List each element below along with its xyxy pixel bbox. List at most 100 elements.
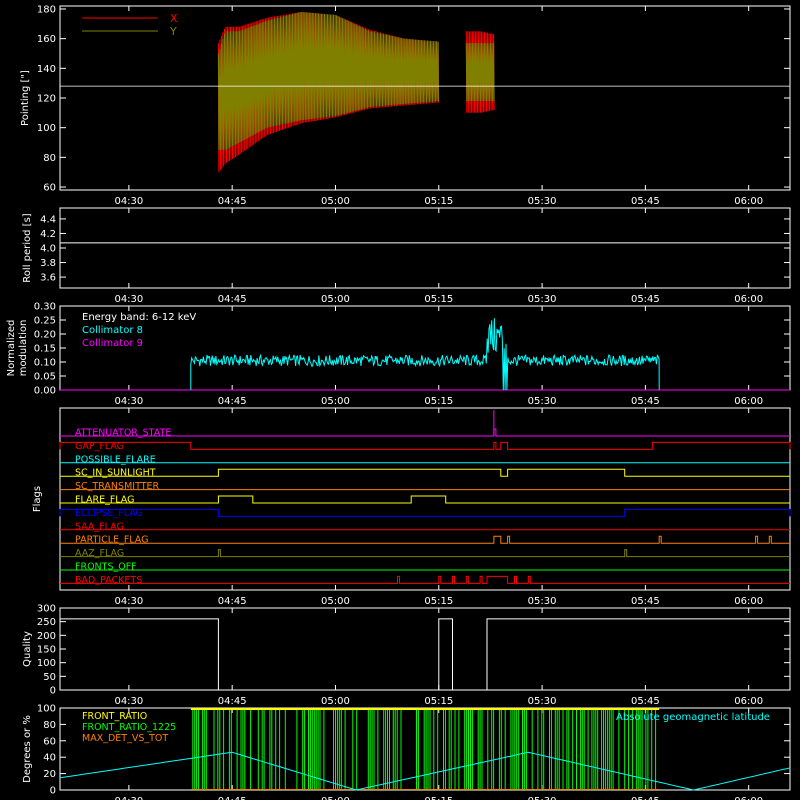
x-tick-label: 05:45 (631, 596, 660, 607)
y-axis-label: Flags (32, 486, 43, 512)
legend-label: Collimator 9 (82, 338, 143, 349)
x-tick-label: 05:30 (528, 596, 557, 607)
x-tick-label: 06:00 (734, 796, 763, 800)
y-tick-label: 80 (43, 153, 56, 164)
x-tick-label: 04:45 (218, 696, 247, 707)
y-tick-label: 40 (43, 753, 56, 764)
flag-label: AAZ_FLAG (75, 548, 124, 559)
x-tick-label: 04:30 (114, 294, 143, 305)
x-tick-label: 05:45 (631, 196, 660, 207)
collimator-8-trace (190, 318, 660, 391)
x-tick-label: 04:30 (114, 696, 143, 707)
x-tick-label: 05:30 (528, 696, 557, 707)
x-tick-label: 04:45 (218, 596, 247, 607)
x-tick-label: 05:30 (528, 294, 557, 305)
y-axis-label: Normalized (6, 320, 17, 377)
x-tick-label: 05:00 (321, 796, 350, 800)
flag-label: SC_TRANSMITTER (75, 481, 160, 492)
flag-label: SC_IN_SUNLIGHT (75, 468, 156, 479)
chart-stage: 04:30 04:45 05:00 05:15 05:30 05:45 06:00 60 80 1… (6, 4, 791, 800)
flag-row-flare-flag: FLARE_FLAG (60, 495, 790, 506)
x-tick-label: 05:45 (631, 396, 660, 407)
y-axis-label: Quality (22, 631, 33, 667)
flag-row-attenuator-state: ATTENUATOR_STATE (60, 428, 790, 439)
flag-row-saa-flag: SAA_FLAG (60, 521, 790, 532)
flag-row-sc-in-sunlight: SC_IN_SUNLIGHT (60, 468, 790, 479)
legend-label-latitude: Absolute geomagnetic latitude (616, 712, 770, 723)
x-tick-label: 05:15 (424, 596, 453, 607)
legend-label: FRONT_RATIO_1225 (82, 722, 176, 733)
x-tick-label: 05:45 (631, 796, 660, 800)
flag-trace (60, 575, 790, 584)
x-tick-label: 04:30 (114, 196, 143, 207)
x-tick-label: 04:45 (218, 196, 247, 207)
y-tick-label: 180 (37, 4, 56, 15)
flag-trace (60, 468, 790, 477)
y-tick-label: 4.0 (40, 244, 56, 255)
y-tick-label: 3.8 (40, 258, 56, 269)
x-tick-label: 06:00 (734, 294, 763, 305)
flag-row-particle-flag: PARTICLE_FLAG (60, 535, 790, 546)
x-tick-label: 05:45 (631, 294, 660, 305)
panel-4: 04:30 04:45 05:00 05:15 05:30 05:45 06:00 Flags… (32, 407, 791, 607)
y-tick-label: 100 (37, 123, 56, 134)
legend-label: Collimator 8 (82, 325, 143, 336)
y-tick-label: 0.25 (34, 316, 56, 327)
x-tick-label: 05:15 (424, 294, 453, 305)
y-tick-label: 60 (43, 183, 56, 194)
flag-row-bad-packets: BAD_PACKETS (60, 575, 790, 586)
series-y-trace (217, 11, 495, 150)
y-tick-label: 0.15 (34, 344, 56, 355)
legend-label: MAX_DET_VS_TOT (82, 733, 168, 744)
flag-label: BAD_PACKETS (75, 575, 142, 586)
y-tick-label: 0.05 (34, 372, 56, 383)
panel-frame (59, 207, 791, 289)
flag-label: PARTICLE_FLAG (75, 535, 148, 546)
y-axis-label: Degrees or % (22, 715, 33, 783)
quality-trace (60, 618, 790, 691)
y-tick-label: 0.20 (34, 330, 56, 341)
y-axis-label: Roll period [s] (22, 213, 33, 282)
legend-title: Energy band: 6-12 keV (82, 312, 196, 323)
y-axis-label: modulation (18, 320, 29, 377)
y-tick-label: 50 (43, 672, 56, 683)
flag-row-sc-transmitter: SC_TRANSMITTER (60, 481, 790, 492)
front-ratio-1225-trace (192, 708, 657, 790)
y-tick-label: 0.10 (34, 358, 56, 369)
x-tick-label: 06:00 (734, 696, 763, 707)
panel-3: 04:30 04:45 05:00 05:15 05:30 05:45 06:00 0.00 0… (6, 302, 791, 407)
flag-row-eclipse-flag: ECLIPSE_FLAG (59, 508, 791, 519)
legend-label: Y (169, 25, 177, 38)
x-tick-label: 05:15 (424, 396, 453, 407)
x-tick-label: 05:00 (321, 396, 350, 407)
flag-trace (59, 508, 791, 517)
y-tick-label: 160 (37, 34, 56, 45)
panel-1: 04:30 04:45 05:00 05:15 05:30 05:45 06:00 60 80 1… (20, 4, 791, 207)
x-tick-label: 05:00 (321, 294, 350, 305)
x-tick-label: 06:00 (734, 196, 763, 207)
x-tick-label: 05:15 (424, 696, 453, 707)
x-tick-label: 05:00 (321, 196, 350, 207)
y-tick-label: 3.6 (40, 273, 56, 284)
x-tick-label: 04:30 (114, 596, 143, 607)
legend: XY (82, 12, 178, 38)
x-tick-label: 05:45 (631, 696, 660, 707)
x-tick-label: 04:30 (114, 396, 143, 407)
flag-trace (60, 495, 790, 504)
panel-5: 04:30 04:45 05:00 05:15 05:30 05:45 06:00 0 50 10… (22, 604, 791, 707)
y-tick-label: 100 (37, 704, 56, 715)
x-tick-label: 04:45 (218, 396, 247, 407)
y-tick-label: 0 (50, 686, 56, 697)
x-tick-label: 04:45 (218, 294, 247, 305)
y-axis-label: Pointing ["] (20, 70, 31, 126)
flag-label: SAA_FLAG (75, 521, 124, 532)
x-tick-label: 05:30 (528, 396, 557, 407)
panel-6: 04:30 04:45 05:00 05:15 05:30 05:45 06:00 0 20 40… (22, 704, 791, 800)
x-tick-label: 05:30 (528, 796, 557, 800)
y-tick-label: 150 (37, 645, 56, 656)
flag-label: POSSIBLE_FLARE (75, 454, 156, 465)
legend-label: X (170, 12, 178, 25)
flag-label: ATTENUATOR_STATE (75, 428, 171, 439)
x-tick-label: 05:15 (424, 196, 453, 207)
x-tick-label: 05:00 (321, 596, 350, 607)
